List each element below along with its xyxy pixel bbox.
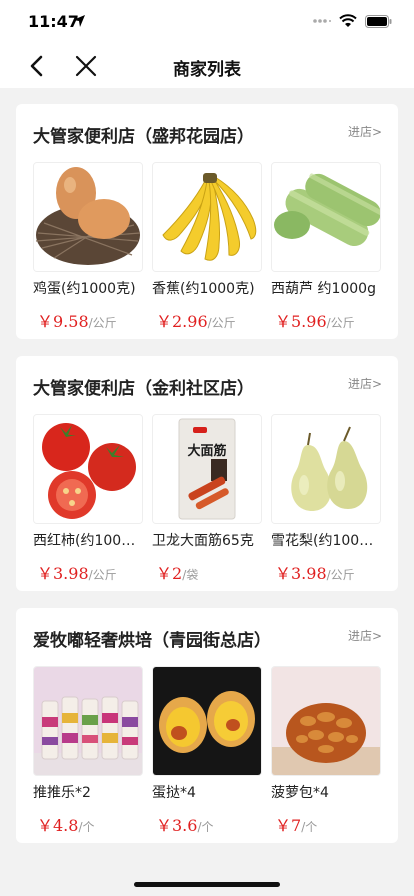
product-name: 雪花梨(约1000克) [271,533,381,549]
price-unit: /个 [301,820,318,834]
product-image-bananas [152,162,262,272]
product-image-push-cakes [33,666,143,776]
product-image-tomatoes [33,414,143,524]
price-value: ￥4.8 [37,816,79,835]
product-item[interactable]: 大面筋 卫龙大面筋65克 ￥2/袋 [152,414,262,584]
location-arrow-icon [73,15,85,27]
price-value: ￥2.96 [156,312,208,331]
product-name: 西红柿(约1000克) [33,533,143,549]
product-image-pears [271,414,381,524]
product-image-snack-bag: 大面筋 [152,414,262,524]
product-image-egg-tarts [152,666,262,776]
product-row: 鸡蛋(约1000克) ￥9.58/公斤 香蕉(约1000克) ￥2.96/公斤 … [33,162,390,332]
product-name: 卫龙大面筋65克 [152,533,254,549]
store-name: 大管家便利店（金利社区店） [33,379,254,399]
product-name: 鸡蛋(约1000克) [33,281,136,297]
product-price: ￥3.6/个 [152,812,262,836]
product-price: ￥7/个 [271,812,381,836]
product-item[interactable]: 推推乐*2 ￥4.8/个 [33,666,143,836]
product-name: 香蕉(约1000克) [152,281,255,297]
price-unit: /公斤 [88,316,117,330]
store-card: 大管家便利店（盛邦花园店） 进店> 鸡蛋(约1000克) ￥9.58/公斤 香蕉… [16,104,398,339]
price-value: ￥5.96 [275,312,327,331]
product-price: ￥5.96/公斤 [271,308,381,332]
product-price: ￥2/袋 [152,560,262,584]
snack-bag-label: 大面筋 [187,443,226,459]
product-image-pineapple-bun [271,666,381,776]
price-value: ￥3.98 [275,564,327,583]
product-price: ￥4.8/个 [33,812,143,836]
store-name: 大管家便利店（盛邦花园店） [33,127,254,147]
price-value: ￥7 [275,816,302,835]
product-name: 推推乐*2 [33,785,91,801]
store-card: 大管家便利店（金利社区店） 进店> 西红柿(约1000克) ￥3.98/公斤 大… [16,356,398,591]
wifi-icon [339,14,357,27]
status-bar: 11:47 [0,0,414,44]
store-name: 爱牧嘟轻奢烘培（青园街总店） [33,631,271,651]
product-item[interactable]: 蛋挞*4 ￥3.6/个 [152,666,262,836]
price-unit: /个 [78,820,95,834]
product-item[interactable]: 西葫芦 约1000g ￥5.96/公斤 [271,162,381,332]
product-item[interactable]: 菠萝包*4 ￥7/个 [271,666,381,836]
enter-store-link[interactable]: 进店> [348,123,382,140]
product-row: 西红柿(约1000克) ￥3.98/公斤 大面筋 卫龙大面筋65克 ￥2/袋 雪… [33,414,390,584]
price-unit: /公斤 [88,568,117,582]
product-price: ￥9.58/公斤 [33,308,143,332]
store-card: 爱牧嘟轻奢烘培（青园街总店） 进店> 推推乐*2 ￥4.8/个 蛋挞*4 ￥3.… [16,608,398,843]
price-unit: /袋 [182,568,199,582]
product-price: ￥2.96/公斤 [152,308,262,332]
product-image-zucchini [271,162,381,272]
product-item[interactable]: 香蕉(约1000克) ￥2.96/公斤 [152,162,262,332]
price-value: ￥2 [156,564,183,583]
product-row: 推推乐*2 ￥4.8/个 蛋挞*4 ￥3.6/个 菠萝包*4 ￥7/个 [33,666,390,836]
signal-dots-icon [313,19,331,23]
status-icons [313,14,392,28]
nav-bar: 商家列表 [0,44,414,88]
store-list: 大管家便利店（盛邦花园店） 进店> 鸡蛋(约1000克) ￥9.58/公斤 香蕉… [16,104,398,860]
product-item[interactable]: 西红柿(约1000克) ￥3.98/公斤 [33,414,143,584]
product-name: 西葫芦 约1000g [271,281,376,297]
price-unit: /公斤 [326,316,355,330]
enter-store-link[interactable]: 进店> [348,627,382,644]
price-unit: /公斤 [207,316,236,330]
enter-store-link[interactable]: 进店> [348,375,382,392]
page-title: 商家列表 [173,60,241,80]
product-item[interactable]: 雪花梨(约1000克) ￥3.98/公斤 [271,414,381,584]
product-item[interactable]: 鸡蛋(约1000克) ￥9.58/公斤 [33,162,143,332]
product-price: ￥3.98/公斤 [33,560,143,584]
home-indicator [134,882,280,887]
price-value: ￥3.6 [156,816,198,835]
price-value: ￥9.58 [37,312,89,331]
product-name: 菠萝包*4 [271,785,329,801]
product-price: ￥3.98/公斤 [271,560,381,584]
price-unit: /公斤 [326,568,355,582]
price-unit: /个 [197,820,214,834]
battery-icon [365,14,392,28]
price-value: ￥3.98 [37,564,89,583]
product-image-eggs [33,162,143,272]
product-name: 蛋挞*4 [152,785,196,801]
